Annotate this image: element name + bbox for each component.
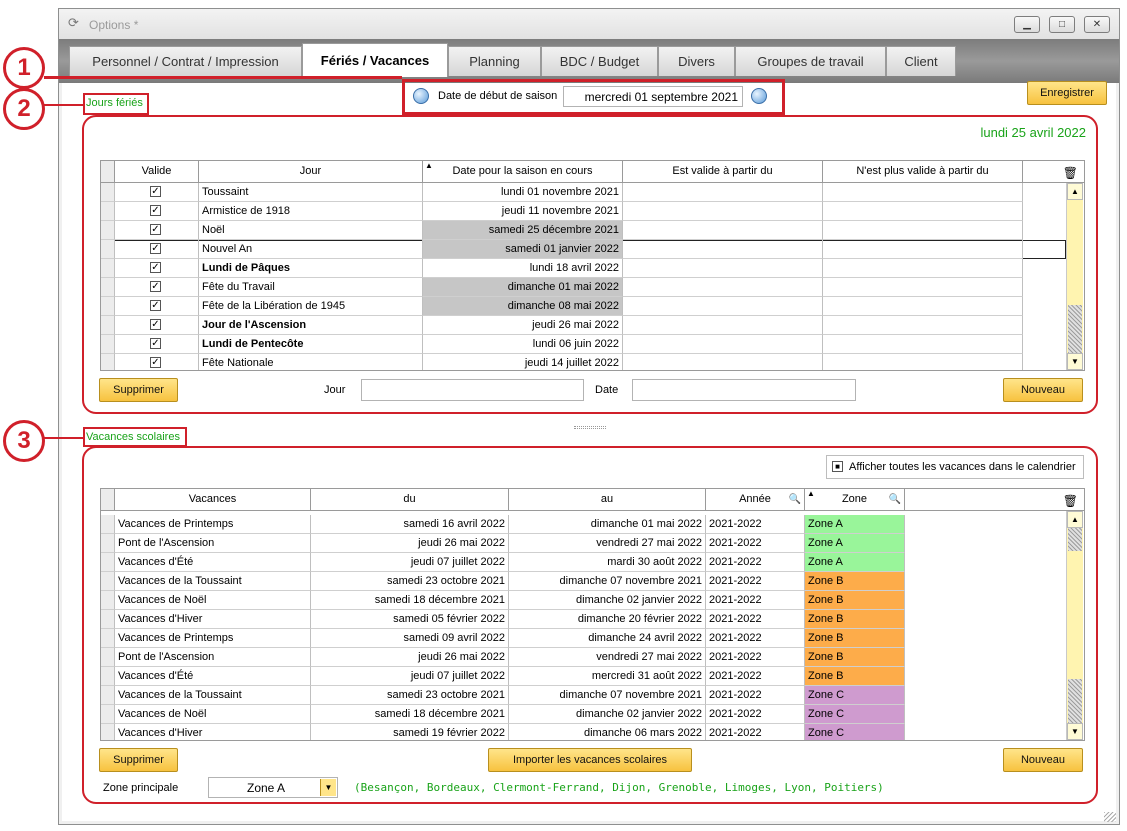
callout-2-line xyxy=(44,104,84,106)
tab-planning[interactable]: Planning xyxy=(448,46,541,76)
resize-grip-icon[interactable] xyxy=(1104,812,1116,822)
holidays-section-frame xyxy=(82,115,1098,414)
close-button[interactable]: ✕ xyxy=(1084,16,1110,33)
tab-groupes[interactable]: Groupes de travail xyxy=(735,46,886,76)
callout-3-badge: 3 xyxy=(3,420,45,462)
holidays-label-box xyxy=(83,93,149,115)
callout-1-badge: 1 xyxy=(3,47,45,89)
tab-bdc-budget[interactable]: BDC / Budget xyxy=(541,46,658,76)
vacations-section-frame xyxy=(82,446,1098,804)
tab-personnel[interactable]: Personnel / Contrat / Impression xyxy=(69,46,302,76)
callout-1-line xyxy=(44,76,402,79)
tab-client[interactable]: Client xyxy=(886,46,956,76)
tab-divers[interactable]: Divers xyxy=(658,46,735,76)
close-icon: ✕ xyxy=(1092,19,1102,30)
tab-feries-vacances[interactable]: Fériés / Vacances xyxy=(302,43,448,77)
maximize-button[interactable]: □ xyxy=(1049,16,1075,33)
maximize-icon: □ xyxy=(1058,19,1066,30)
minimize-button[interactable]: ▁ xyxy=(1014,16,1040,33)
save-button[interactable]: Enregistrer xyxy=(1027,81,1107,105)
callout-3-line xyxy=(44,437,84,439)
season-highlight-box xyxy=(402,79,785,115)
window-title: Options * xyxy=(89,18,139,32)
title-bar[interactable]: ⟳ Options * ▁ □ ✕ xyxy=(59,9,1119,39)
splitter-handle[interactable] xyxy=(574,426,606,429)
callout-2-badge: 2 xyxy=(3,88,45,130)
app-icon: ⟳ xyxy=(68,15,79,30)
minimize-icon: ▁ xyxy=(1023,19,1031,30)
vacations-label-box xyxy=(83,427,187,447)
